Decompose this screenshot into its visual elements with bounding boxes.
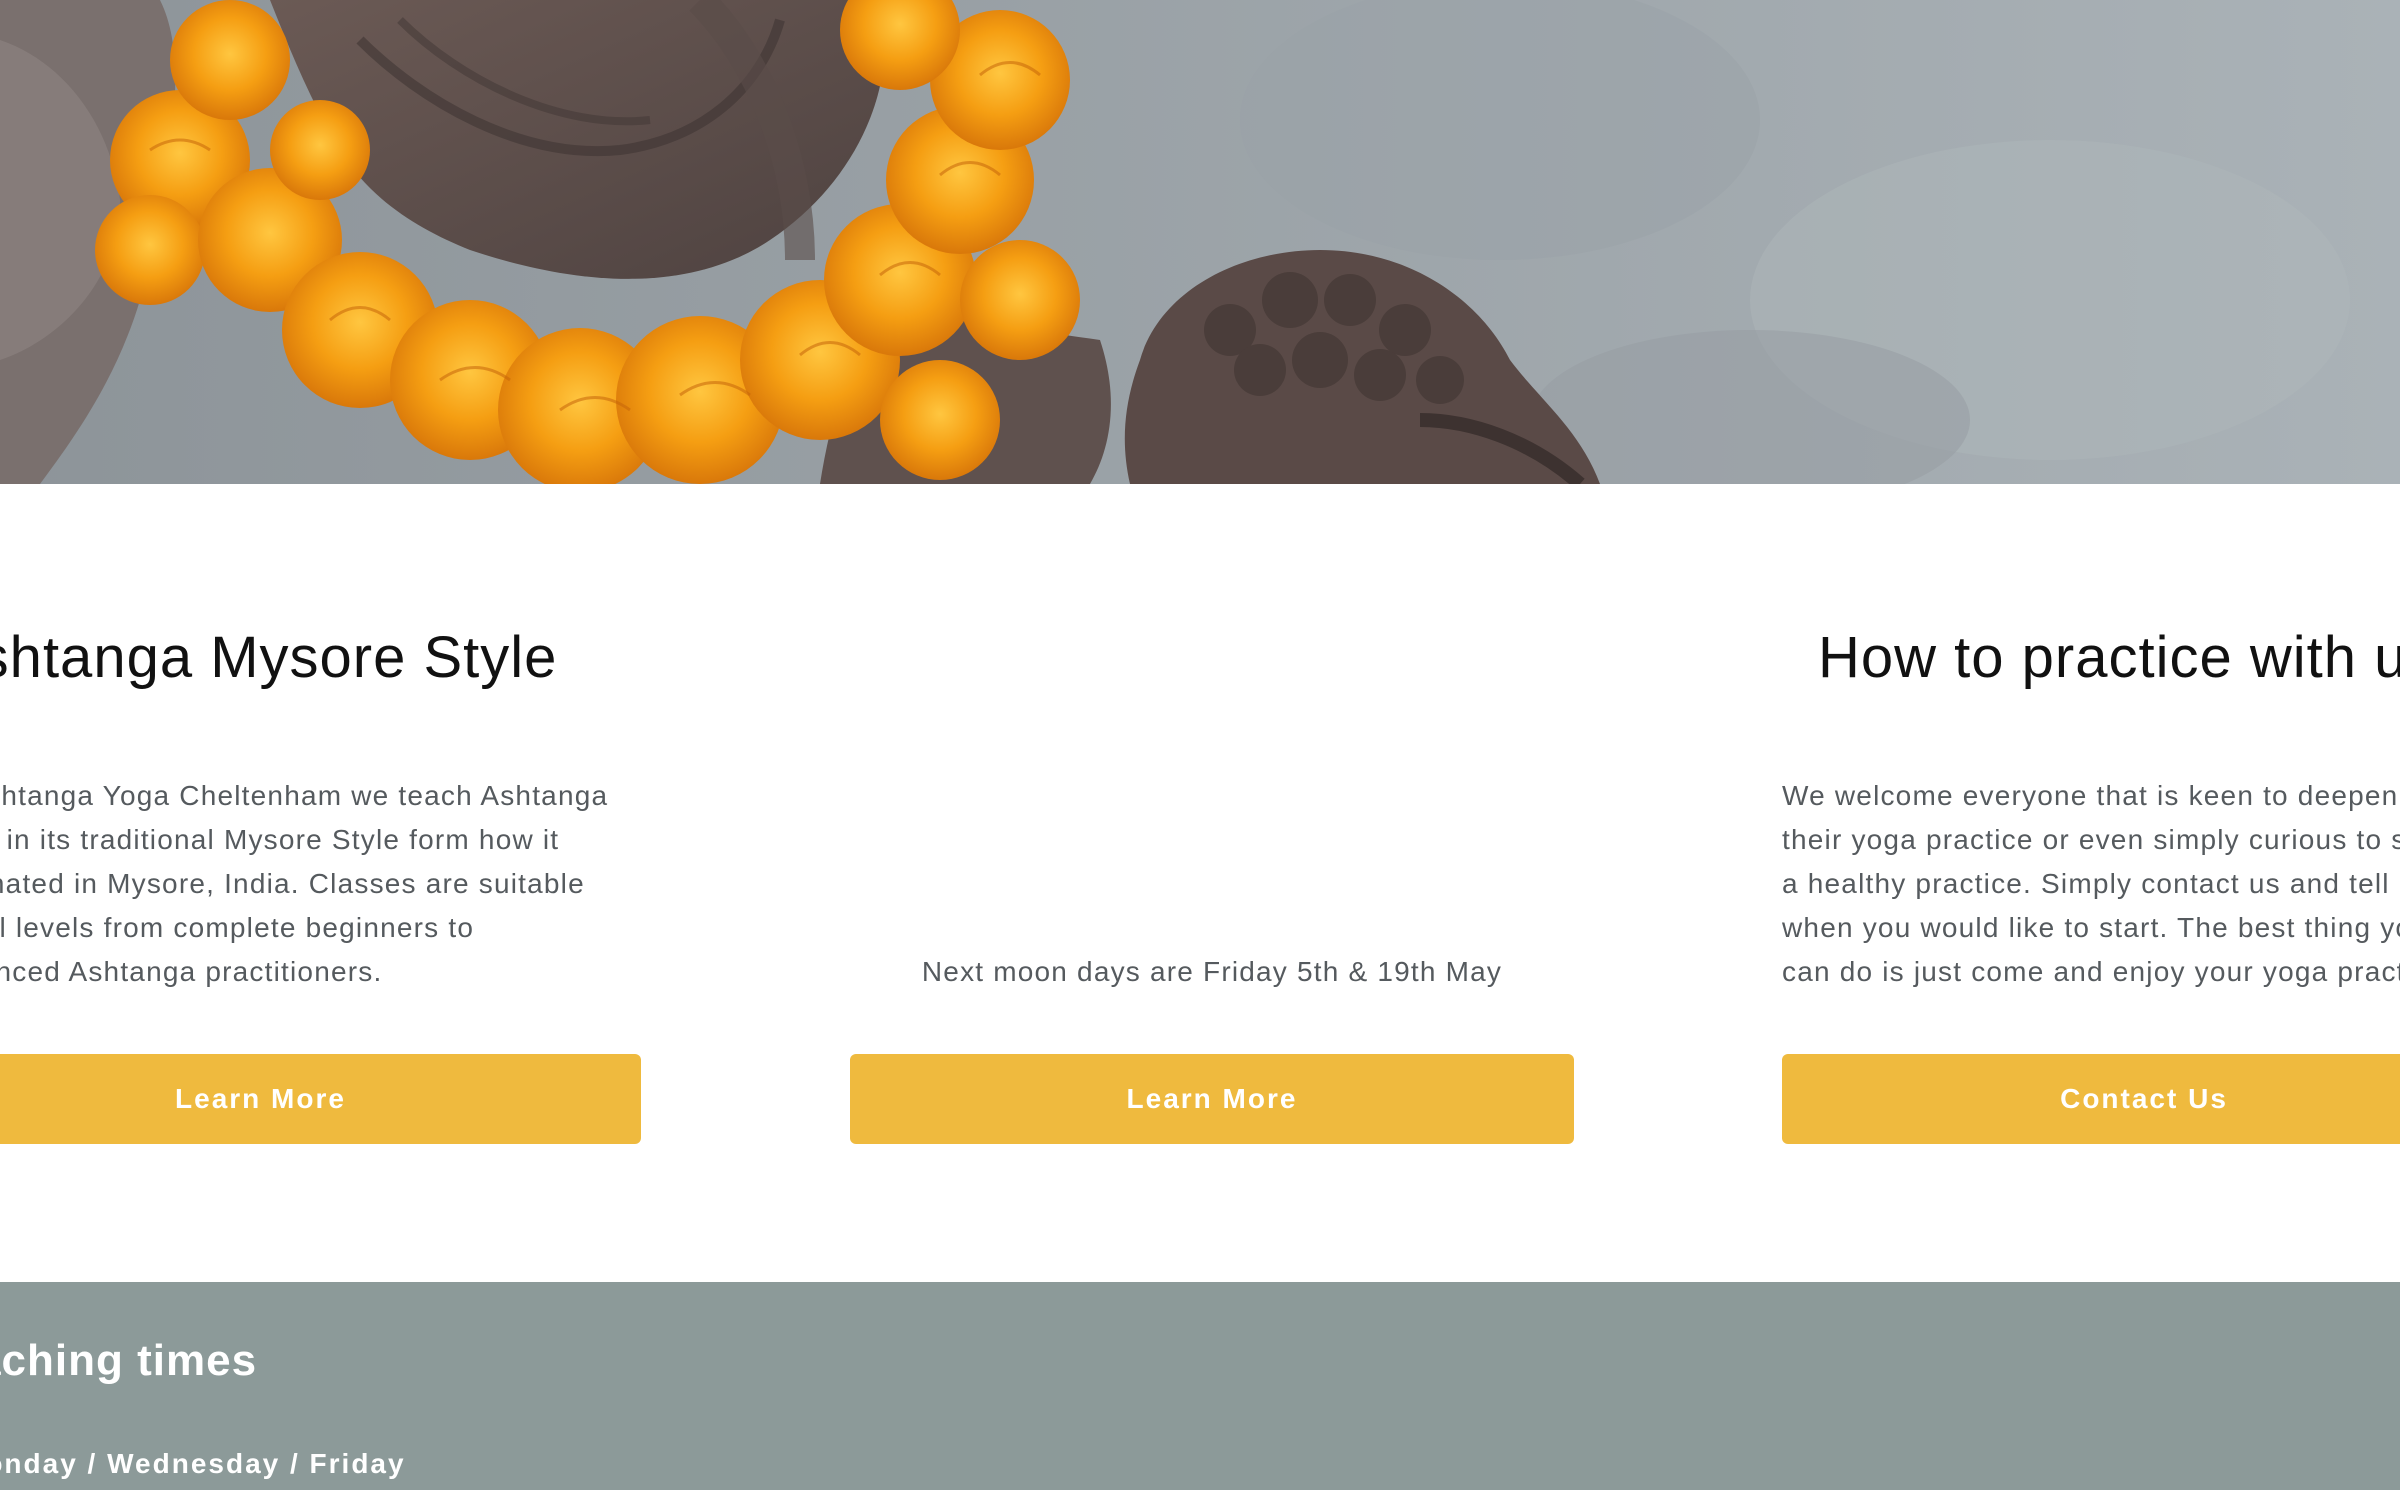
text-line: advanced Ashtanga practitioners. xyxy=(0,956,383,987)
learn-more-button[interactable]: Learn More xyxy=(0,1054,641,1144)
column-moon-days: Next moon days are Friday 5th & 19th May… xyxy=(700,484,1650,1284)
column-title: How to practice with us xyxy=(1818,625,2400,690)
text-line: We welcome everyone that is keen to deep… xyxy=(1782,780,2399,811)
column-title: Ashtanga Mysore Style xyxy=(0,625,558,690)
column-description: We welcome everyone that is keen to deep… xyxy=(1782,774,2400,994)
text-line: when you would like to start. The best t… xyxy=(1782,912,2400,943)
column-ashtanga-mysore: Ashtanga Mysore Style At Ashtanga Yoga C… xyxy=(0,484,700,1284)
text-line: their yoga practice or even simply curio… xyxy=(1782,824,2400,855)
column-description: At Ashtanga Yoga Cheltenham we teach Ash… xyxy=(0,774,608,994)
text-line: At Ashtanga Yoga Cheltenham we teach Ash… xyxy=(0,780,609,811)
contact-us-button[interactable]: Contact Us xyxy=(1782,1054,2400,1144)
moon-days-text: Next moon days are Friday 5th & 19th May xyxy=(700,950,1724,994)
text-line: Yoga in its traditional Mysore Style for… xyxy=(0,824,560,855)
text-line: can do is just come and enjoy your yoga … xyxy=(1782,956,2400,987)
text-line: for all levels from complete beginners t… xyxy=(0,912,475,943)
teaching-days: Monday / Wednesday / Friday xyxy=(0,1448,406,1479)
hero-image xyxy=(0,0,2400,484)
teaching-times-section: Teaching times Monday / Wednesday / Frid… xyxy=(0,1282,2400,1490)
ganesha-illustration xyxy=(0,0,2400,484)
column-how-to-practice: How to practice with us We welcome every… xyxy=(1650,484,2400,1284)
teaching-times-title: Teaching times xyxy=(0,1336,258,1385)
learn-more-button[interactable]: Learn More xyxy=(850,1054,1574,1144)
text-line: originated in Mysore, India. Classes are… xyxy=(0,868,585,899)
page: Ashtanga Mysore Style At Ashtanga Yoga C… xyxy=(0,0,2400,1490)
text-line: a healthy practice. Simply contact us an… xyxy=(1782,868,2400,899)
text-line: Next moon days are Friday 5th & 19th May xyxy=(921,956,1503,987)
